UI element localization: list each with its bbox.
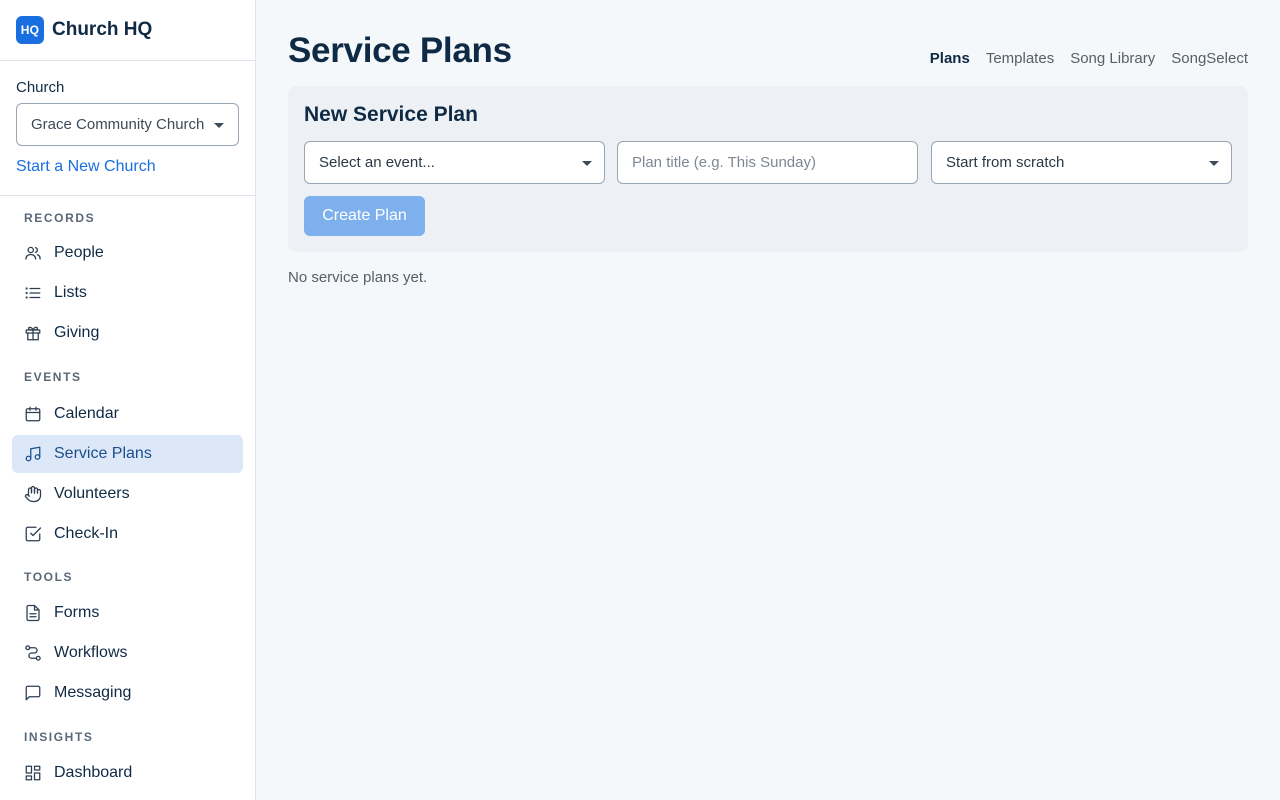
music-note-icon — [25, 446, 41, 462]
sidebar-item-label: Check-In — [54, 525, 119, 542]
section-title: INSIGHTS — [24, 730, 94, 744]
nav-section-insights: INSIGHTS Dashboard — [0, 730, 255, 792]
sidebar-item-label: Service Plans — [54, 445, 152, 462]
sidebar-item-label: Dashboard — [54, 764, 133, 781]
section-title: EVENTS — [24, 370, 82, 384]
chevron-down-icon — [1209, 161, 1219, 166]
sidebar-item-label: Forms — [54, 604, 100, 621]
gift-icon — [25, 326, 41, 341]
nav-section-events: EVENTS Calendar Service Plans Volunteers… — [0, 370, 255, 553]
start-new-church-link[interactable]: Start a New Church — [16, 158, 239, 176]
sidebar-item-lists[interactable]: Lists — [12, 274, 243, 312]
sidebar-item-label: People — [54, 244, 104, 261]
sidebar-item-dashboard[interactable]: Dashboard — [12, 754, 243, 792]
sidebar-item-label: Messaging — [54, 684, 132, 701]
template-select-value: Start from scratch — [946, 154, 1065, 171]
new-service-plan-card: New Service Plan Select an event... Star… — [288, 86, 1248, 252]
sidebar-item-label: Calendar — [54, 405, 119, 422]
church-select-value: Grace Community Church — [31, 116, 205, 133]
card-title: New Service Plan — [304, 103, 478, 126]
dashboard-icon — [25, 765, 41, 781]
main-content: Service Plans Plans Templates Song Libra… — [256, 0, 1280, 800]
page-tabs: Plans Templates Song Library SongSelect — [930, 50, 1248, 67]
tab-song-library[interactable]: Song Library — [1070, 50, 1155, 67]
sidebar-item-check-in[interactable]: Check-In — [12, 515, 243, 553]
nav-section-tools: TOOLS Forms Workflows Messaging — [0, 570, 255, 712]
event-select[interactable]: Select an event... — [304, 141, 605, 184]
church-select[interactable]: Grace Community Church — [16, 103, 239, 146]
checkbox-icon — [25, 526, 42, 542]
chevron-down-icon — [582, 161, 592, 166]
template-select[interactable]: Start from scratch — [931, 141, 1232, 184]
sidebar-nav: RECORDS People Lists Giving EVENTS Calen… — [0, 211, 255, 792]
sidebar-item-label: Lists — [54, 284, 87, 301]
list-icon — [25, 287, 41, 299]
create-plan-button[interactable]: Create Plan — [304, 196, 425, 236]
section-title: RECORDS — [24, 211, 96, 225]
plan-title-input[interactable] — [617, 141, 918, 184]
sidebar-item-service-plans[interactable]: Service Plans — [12, 435, 243, 473]
section-title: TOOLS — [24, 570, 74, 584]
logo[interactable]: HQ — [16, 16, 44, 44]
sidebar-item-label: Volunteers — [54, 485, 130, 502]
message-icon — [25, 685, 41, 701]
church-picker: Church Grace Community Church Start a Ne… — [0, 61, 255, 196]
empty-state-message: No service plans yet. — [288, 269, 428, 286]
page-title: Service Plans — [288, 31, 512, 70]
calendar-icon — [25, 406, 41, 422]
sidebar-item-forms[interactable]: Forms — [12, 594, 243, 632]
tab-plans[interactable]: Plans — [930, 50, 970, 67]
sidebar-item-label: Giving — [54, 324, 100, 341]
sidebar-item-calendar[interactable]: Calendar — [12, 395, 243, 433]
sidebar-item-workflows[interactable]: Workflows — [12, 634, 243, 672]
tab-templates[interactable]: Templates — [986, 50, 1054, 67]
hand-icon — [24, 485, 42, 503]
app-name[interactable]: Church HQ — [52, 19, 152, 41]
chevron-down-icon — [214, 123, 224, 128]
workflow-icon — [25, 645, 41, 661]
sidebar-item-label: Workflows — [54, 644, 128, 661]
sidebar-item-messaging[interactable]: Messaging — [12, 674, 243, 712]
sidebar-item-giving[interactable]: Giving — [12, 314, 243, 352]
document-icon — [26, 604, 40, 622]
sidebar: HQ Church HQ Church Grace Community Chur… — [0, 0, 256, 800]
sidebar-item-people[interactable]: People — [12, 234, 243, 272]
people-icon — [25, 246, 41, 260]
brand-header: HQ Church HQ — [0, 0, 255, 61]
nav-section-records: RECORDS People Lists Giving — [0, 211, 255, 352]
church-label: Church — [16, 79, 65, 96]
sidebar-item-volunteers[interactable]: Volunteers — [12, 475, 243, 513]
event-select-value: Select an event... — [319, 154, 435, 171]
tab-songselect[interactable]: SongSelect — [1171, 50, 1248, 67]
